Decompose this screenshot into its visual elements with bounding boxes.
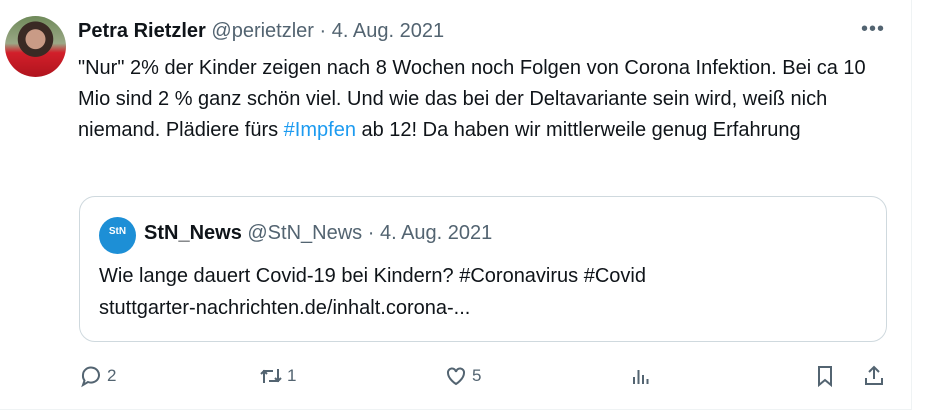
- heart-icon: [447, 367, 465, 386]
- tweet[interactable]: Petra Rietzler @perietzler · 4. Aug. 202…: [0, 0, 912, 410]
- author-handle[interactable]: @perietzler: [211, 20, 314, 42]
- separator: ·: [367, 222, 375, 244]
- like-button[interactable]: 5: [444, 364, 481, 388]
- quoted-tweet-date: 4. Aug. 2021: [379, 222, 493, 244]
- quoted-tweet[interactable]: StN StN_News @StN_News · 4. Aug. 2021 Wi…: [79, 196, 887, 342]
- reply-button[interactable]: 2: [79, 364, 116, 388]
- tweet-header: Petra Rietzler @perietzler · 4. Aug. 202…: [78, 20, 444, 43]
- quoted-tweet-header: StN_News @StN_News · 4. Aug. 2021: [144, 222, 492, 245]
- quoted-text-line: Wie lange dauert Covid-19 bei Kindern? #…: [99, 265, 646, 287]
- tweet-text-end: ab 12! Da haben wir mittlerweile genug E…: [355, 119, 801, 141]
- retweet-count: 1: [287, 366, 297, 385]
- author-avatar[interactable]: [5, 16, 66, 77]
- retweet-icon: [260, 369, 282, 383]
- share-icon: [865, 365, 883, 385]
- bookmark-button[interactable]: [813, 364, 837, 388]
- quoted-author-avatar: StN: [99, 217, 136, 254]
- tweet-text: "Nur" 2% der Kinder zeigen nach 8 Wochen…: [78, 53, 898, 146]
- bookmark-icon: [818, 366, 832, 388]
- quoted-tweet-text: Wie lange dauert Covid-19 bei Kindern? #…: [99, 260, 646, 324]
- views-chart-icon: [633, 370, 649, 384]
- more-options-icon[interactable]: •••: [861, 18, 885, 41]
- like-count: 5: [472, 366, 482, 385]
- reply-icon: [81, 366, 100, 388]
- quoted-author-handle: @StN_News: [247, 222, 363, 244]
- separator: ·: [319, 20, 327, 42]
- views-button[interactable]: [629, 364, 653, 388]
- action-bar: 2 1 5: [0, 364, 912, 394]
- quoted-author-name: StN_News: [144, 222, 242, 244]
- tweet-date[interactable]: 4. Aug. 2021: [332, 20, 444, 42]
- hashtag-link[interactable]: #Impfen: [284, 119, 356, 141]
- quoted-link: stuttgarter-nachrichten.de/inhalt.corona…: [99, 297, 471, 319]
- reply-count: 2: [107, 366, 117, 385]
- retweet-button[interactable]: 1: [259, 364, 296, 388]
- author-name[interactable]: Petra Rietzler: [78, 20, 206, 42]
- share-button[interactable]: [862, 364, 886, 388]
